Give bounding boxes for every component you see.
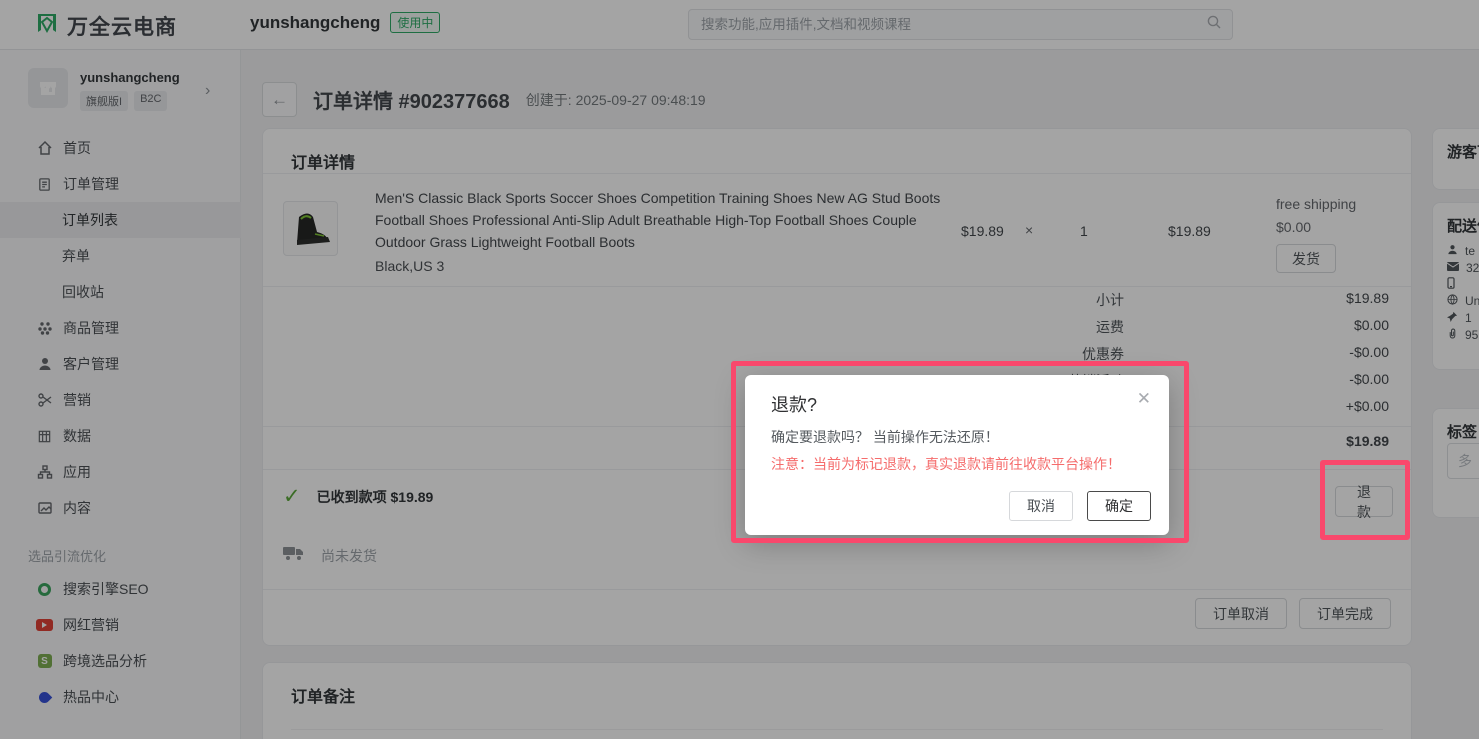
dialog-confirm-button[interactable]: 确定 bbox=[1087, 491, 1151, 521]
dialog-warning: 注意：当前为标记退款，真实退款请前往收款平台操作！ bbox=[771, 456, 1121, 472]
dialog-cancel-button[interactable]: 取消 bbox=[1009, 491, 1073, 521]
app-root: 万全云电商 yunshangcheng 使用中 yunshangcheng 旗舰… bbox=[0, 0, 1479, 739]
refund-confirm-dialog: 退款? ✕ 确定要退款吗？ 当前操作无法还原！ 注意：当前为标记退款，真实退款请… bbox=[745, 375, 1169, 535]
dialog-title: 退款? bbox=[771, 395, 818, 415]
modal-overlay bbox=[0, 0, 1479, 739]
close-icon[interactable]: ✕ bbox=[1137, 389, 1151, 409]
dialog-message: 确定要退款吗？ 当前操作无法还原！ bbox=[771, 429, 999, 445]
